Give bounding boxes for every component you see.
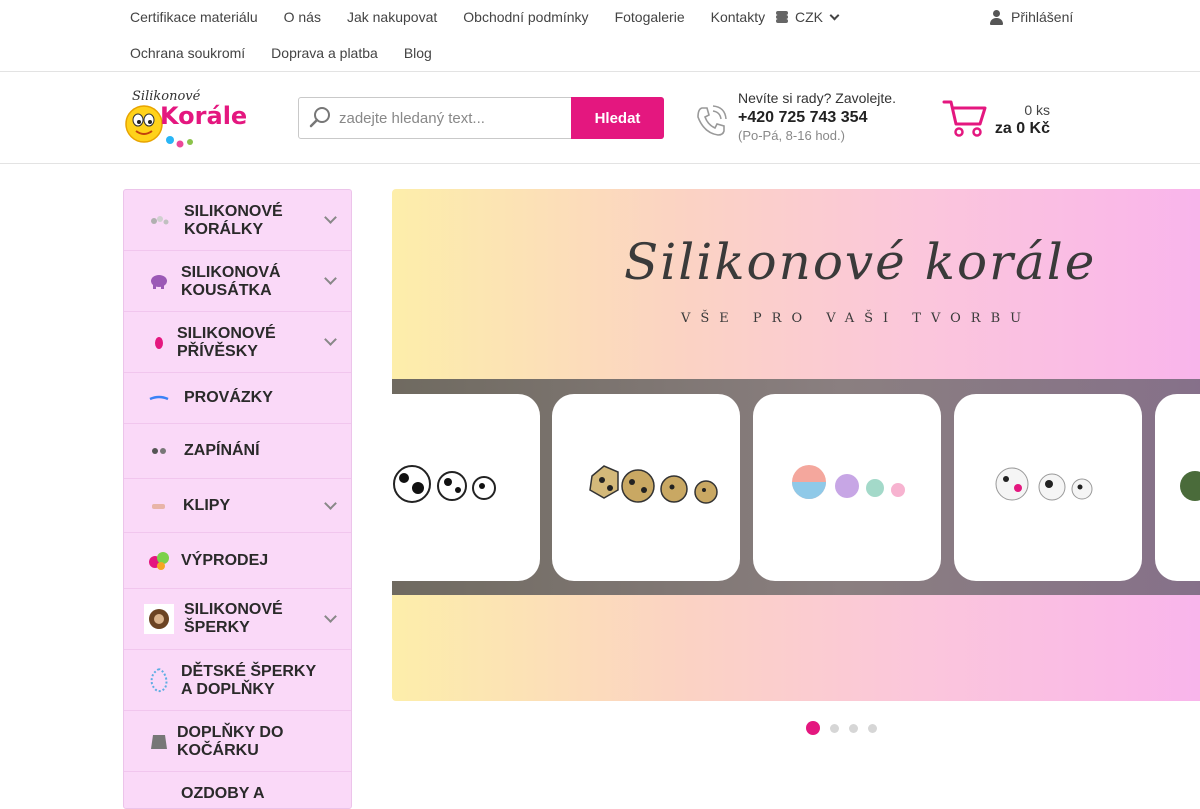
jewelry-icon [144, 604, 174, 634]
leopard-beads-image [589, 465, 718, 504]
nav-link-certifikace[interactable]: Certifikace materiálu [130, 9, 258, 25]
sidebar-item-label: KLIPY [183, 497, 231, 514]
cord-icon [144, 383, 174, 413]
sidebar-item-provazky[interactable]: PROVÁZKY [124, 373, 351, 424]
chevron-down-icon[interactable] [324, 497, 337, 510]
search-input[interactable] [339, 98, 571, 138]
cart-icon [942, 98, 988, 138]
sidebar-item-label: SILIKONOVÁ KOUSÁTKA [181, 264, 281, 299]
contact-hours: (Po-Pá, 8-16 hod.) [738, 128, 845, 143]
slider-pagination [806, 721, 877, 735]
cart-quantity: 0 ks [1024, 102, 1050, 118]
login-label: Přihlášení [1011, 9, 1074, 25]
currency-selector[interactable]: CZK [774, 9, 840, 25]
green-beads-image [1180, 471, 1200, 501]
site-logo[interactable]: Silikonové Korále [122, 86, 258, 152]
nav-link-jak-nakupovat[interactable]: Jak nakupovat [347, 9, 437, 25]
sidebar-item-ozdoby[interactable]: OZDOBY A [124, 772, 351, 808]
contact-phone-link[interactable]: +420 725 743 354 [738, 109, 918, 127]
sidebar-item-label: OZDOBY A [181, 785, 265, 802]
product-image-card [552, 394, 740, 581]
nav-link-blog[interactable]: Blog [404, 45, 432, 61]
nav-link-kontakty[interactable]: Kontakty [711, 9, 765, 25]
user-icon [990, 9, 1003, 25]
chevron-down-icon[interactable] [324, 333, 337, 346]
site-header: Silikonové Korále Hledat [0, 72, 1200, 164]
sidebar-item-label: ZAPÍNÁNÍ [184, 442, 260, 459]
sidebar-item-vyprodej[interactable]: VÝPRODEJ [124, 533, 351, 589]
phone-icon [694, 104, 728, 138]
slide-dot-3[interactable] [849, 723, 858, 733]
slide-dot-1[interactable] [806, 721, 820, 735]
sidebar-item-silikonove-koralky[interactable]: SILIKONOVÉ KORÁLKY [124, 190, 351, 251]
clip-icon [144, 491, 174, 521]
sidebar-item-doplnky-do-kocarku[interactable]: DOPLŇKY DO KOČÁRKU [124, 711, 351, 772]
sidebar-item-zapinani[interactable]: ZAPÍNÁNÍ [124, 424, 351, 479]
nav-link-ochrana-soukromi[interactable]: Ochrana soukromí [130, 45, 245, 61]
stroller-accessory-icon [144, 726, 174, 756]
sidebar-item-label: DOPLŇKY DO KOČÁRKU [177, 724, 284, 759]
logo-main-word: Korále [160, 102, 247, 130]
sidebar-item-label: DĚTSKÉ ŠPERKY A DOPLŇKY [181, 663, 317, 698]
category-sidebar: SILIKONOVÉ KORÁLKY SILIKONOVÁ KOUSÁTKA SIL… [123, 189, 352, 809]
pendant-icon [144, 327, 174, 357]
nav-link-o-nas[interactable]: O nás [284, 9, 321, 25]
sidebar-item-silikonove-sperky[interactable]: SILIKONOVÉ ŠPERKY [124, 589, 351, 650]
sidebar-item-label: SILIKONOVÉ ŠPERKY [184, 601, 283, 636]
top-links-row-1: Certifikace materiálu O nás Jak nakupova… [130, 9, 791, 25]
banner-title: Silikonové korále [624, 233, 1097, 291]
currency-label: CZK [795, 9, 823, 25]
sidebar-item-detske-sperky[interactable]: DĚTSKÉ ŠPERKY A DOPLŇKY [124, 650, 351, 711]
product-image-card [1155, 394, 1200, 581]
sidebar-item-label: SILIKONOVÉ PŘÍVĚSKY [177, 325, 276, 360]
login-link[interactable]: Přihlášení [990, 9, 1073, 25]
cart-button[interactable]: 0 ks za 0 Kč [942, 96, 1052, 140]
contact-question: Nevíte si rady? Zavolejte. [738, 90, 896, 106]
product-image-card [954, 394, 1142, 581]
slide-dot-2[interactable] [830, 723, 839, 733]
sidebar-item-label: SILIKONOVÉ KORÁLKY [184, 203, 283, 238]
sidebar-item-silikonova-kousatka[interactable]: SILIKONOVÁ KOUSÁTKA [124, 251, 351, 312]
cow-print-beads-image [393, 465, 496, 503]
sidebar-item-klipy[interactable]: KLIPY [124, 479, 351, 533]
nav-link-obchodni-podminky[interactable]: Obchodní podmínky [463, 9, 588, 25]
chevron-down-icon[interactable] [324, 211, 337, 224]
kids-jewelry-icon [144, 665, 174, 695]
sidebar-item-silikonove-privesky[interactable]: SILIKONOVÉ PŘÍVĚSKY [124, 312, 351, 373]
dalmatian-beads-image [995, 467, 1093, 501]
chevron-down-icon[interactable] [324, 272, 337, 285]
beads-icon [144, 205, 174, 235]
pastel-beads-image [792, 465, 905, 499]
product-image-card [753, 394, 941, 581]
nav-link-doprava-a-platba[interactable]: Doprava a platba [271, 45, 378, 61]
top-navigation: Certifikace materiálu O nás Jak nakupova… [0, 0, 1200, 72]
sidebar-item-label: PROVÁZKY [184, 389, 273, 406]
search-button[interactable]: Hledat [571, 97, 664, 139]
clasp-icon [144, 436, 174, 466]
sale-icon [144, 546, 174, 576]
hero-banner-slide[interactable]: Silikonové korále VŠE PRO VAŠI TVORBU [392, 189, 1200, 701]
top-links-row-2: Ochrana soukromí Doprava a platba Blog [130, 45, 458, 61]
search-icon [299, 98, 339, 138]
slide-dot-4[interactable] [868, 723, 877, 733]
elephant-teether-icon [144, 266, 174, 296]
chevron-down-icon[interactable] [324, 610, 337, 623]
nav-link-fotogalerie[interactable]: Fotogalerie [615, 9, 685, 25]
banner-subtitle: VŠE PRO VAŠI TVORBU [681, 311, 1032, 326]
search-bar: Hledat [298, 97, 664, 139]
product-image-card [392, 394, 540, 581]
cart-total: za 0 Kč [994, 120, 1050, 137]
chevron-down-icon [829, 10, 840, 20]
coins-icon [774, 11, 790, 23]
sidebar-item-label: VÝPRODEJ [181, 552, 269, 569]
